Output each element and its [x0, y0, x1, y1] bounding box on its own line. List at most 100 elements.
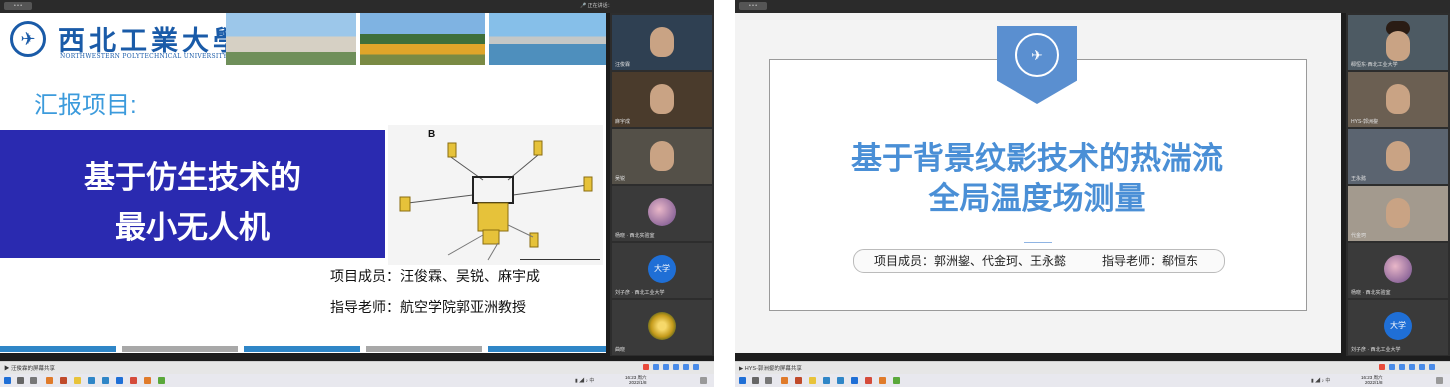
participant-name: 吴锐 [615, 176, 626, 182]
participant-avatar [1384, 255, 1412, 283]
university-logo: ✈ [10, 21, 46, 57]
participant-tile[interactable]: 郗恒东·西北工业大学 [1348, 15, 1448, 70]
campus-photo-1 [226, 13, 356, 65]
participants-icon[interactable] [1419, 364, 1425, 370]
shared-slide: ✈ 基于背景纹影技术的热湍流 全局温度场测量 项目成员：郭洲鋆、代金珂、王永懿 … [735, 13, 1341, 353]
folder-icon[interactable] [74, 377, 81, 384]
windows-start-icon[interactable] [4, 377, 11, 384]
participant-tile[interactable]: 大学 刘子彦 · 西北工业大学 [612, 243, 712, 298]
participant-tile[interactable]: 杨晓 · 西北实验室 [612, 186, 712, 241]
app-icon[interactable] [102, 377, 109, 384]
meeting-status-bar: ▶ 汪俊霖的屏幕共享 [0, 361, 714, 374]
app-icon[interactable] [130, 377, 137, 384]
project-title-line-1: 基于背景纹影技术的热湍流 [851, 141, 1223, 176]
participant-name: 王永懿 [1351, 176, 1367, 182]
meeting-top-bar: • • • [735, 0, 1450, 13]
camera-icon[interactable] [663, 364, 669, 370]
participant-avatar [648, 312, 676, 340]
meeting-app-icon[interactable] [893, 377, 900, 384]
participant-name: 郗恒东·西北工业大学 [1351, 62, 1398, 68]
participant-video [650, 27, 674, 57]
meeting-app-icon[interactable] [158, 377, 165, 384]
network-icon[interactable]: ▮ ◢ ♪ 中 [575, 377, 594, 384]
participants-icon[interactable] [683, 364, 689, 370]
university-logo: ✈ [1015, 33, 1059, 77]
chat-icon[interactable] [1429, 364, 1435, 370]
app-icon[interactable] [46, 377, 53, 384]
app-icon[interactable] [795, 377, 802, 384]
task-view-icon[interactable] [30, 377, 37, 384]
screen-share-label: ▶ 汪俊霖的屏幕共享 [4, 366, 56, 372]
participant-tile[interactable]: 麻宇成 [612, 72, 712, 127]
meeting-app-icon[interactable] [1379, 364, 1385, 370]
app-icon[interactable] [865, 377, 872, 384]
participant-video [1386, 84, 1410, 114]
taskbar-clock[interactable]: 16:23 周六 2022/1/8 [1361, 375, 1383, 385]
project-title-line-2: 全局温度场测量 [928, 181, 1146, 216]
participant-name: 杨晓 · 西北实验室 [1351, 290, 1391, 296]
search-icon[interactable] [17, 377, 24, 384]
notification-icon[interactable] [1436, 377, 1443, 384]
university-name-en: NORTHWESTERN POLYTECHNICAL UNIVERSITY [60, 53, 228, 60]
participant-tile[interactable]: 曲晓 [612, 300, 712, 355]
share-screen-icon[interactable] [673, 364, 679, 370]
participant-avatar: 大学 [648, 255, 676, 283]
app-icon[interactable] [781, 377, 788, 384]
participant-tile[interactable]: 代金珂 [1348, 186, 1448, 241]
participant-video [1386, 198, 1410, 228]
project-info-pill: 项目成员：郭洲鋆、代金珂、王永懿 指导老师：郗恒东 [853, 249, 1225, 273]
participant-name: HYS-郭洲鋆 [1351, 119, 1378, 125]
mic-icon[interactable] [653, 364, 659, 370]
app-icon[interactable] [837, 377, 844, 384]
participant-tile[interactable]: 王永懿 [1348, 129, 1448, 184]
app-icon[interactable] [879, 377, 886, 384]
meeting-app-icon[interactable] [643, 364, 649, 370]
browser-icon[interactable] [823, 377, 830, 384]
mic-icon[interactable] [1389, 364, 1395, 370]
app-icon[interactable] [60, 377, 67, 384]
participant-name: 汪俊霖 [615, 62, 631, 68]
screen-share-label: ▶ HYS-郭洲鋆的屏幕共享 [739, 366, 802, 372]
windows-start-icon[interactable] [739, 377, 746, 384]
task-view-icon[interactable] [765, 377, 772, 384]
camera-icon[interactable] [1399, 364, 1405, 370]
mic-icon: 🎤 [580, 3, 587, 9]
micro-drone-image: B [388, 125, 603, 265]
participant-tile[interactable]: 大学 刘子彦 · 西北工业大学 [1348, 300, 1448, 355]
speaking-indicator: 🎤 正在讲话： [580, 3, 613, 9]
window-menu-button[interactable]: • • • [739, 2, 767, 10]
windows-taskbar: ▮ ◢ ♪ 中 16:23 周六 2022/1/8 [735, 374, 1450, 387]
participant-video [650, 141, 674, 171]
project-members: 项目成员：汪俊霖、吴锐、麻宇成 [330, 268, 540, 284]
app-icon[interactable] [144, 377, 151, 384]
taskbar-clock[interactable]: 16:23 周六 2022/1/8 [625, 375, 647, 385]
campus-photo-2 [360, 13, 485, 65]
project-title-line-2: 最小无人机 [115, 210, 270, 245]
network-icon[interactable]: ▮ ◢ ♪ 中 [1311, 377, 1330, 384]
meeting-status-bar: ▶ HYS-郭洲鋆的屏幕共享 [735, 361, 1450, 374]
participant-avatar: 大学 [1384, 312, 1412, 340]
participant-tile[interactable]: 杨晓 · 西北实验室 [1348, 243, 1448, 298]
campus-photo-3 [489, 13, 606, 65]
meeting-top-bar: • • • 🎤 正在讲话： [0, 0, 714, 13]
participant-name: 曲晓 [615, 347, 626, 353]
chat-icon[interactable] [693, 364, 699, 370]
project-title-line-1: 基于仿生技术的 [84, 160, 301, 195]
participant-tile[interactable]: 汪俊霖 [612, 15, 712, 70]
browser-icon[interactable] [88, 377, 95, 384]
app-icon[interactable] [116, 377, 123, 384]
participant-panel: 汪俊霖 麻宇成 吴锐 杨晓 · 西北实验室 大学 刘子彦 · 西北工业大学 曲晓 [610, 13, 714, 356]
participant-video [650, 84, 674, 114]
figure-label: B [428, 129, 435, 140]
window-menu-button[interactable]: • • • [4, 2, 32, 10]
share-screen-icon[interactable] [1409, 364, 1415, 370]
app-icon[interactable] [851, 377, 858, 384]
folder-icon[interactable] [809, 377, 816, 384]
notification-icon[interactable] [700, 377, 707, 384]
participant-name: 代金珂 [1351, 233, 1367, 239]
participant-video [1386, 31, 1410, 61]
participant-tile[interactable]: HYS-郭洲鋆 [1348, 72, 1448, 127]
meeting-window-right: • • • ✈ 基于背景纹影技术的热湍流 全局温度场测量 项目成员：郭洲鋆、代金… [735, 0, 1450, 387]
search-icon[interactable] [752, 377, 759, 384]
participant-tile[interactable]: 吴锐 [612, 129, 712, 184]
